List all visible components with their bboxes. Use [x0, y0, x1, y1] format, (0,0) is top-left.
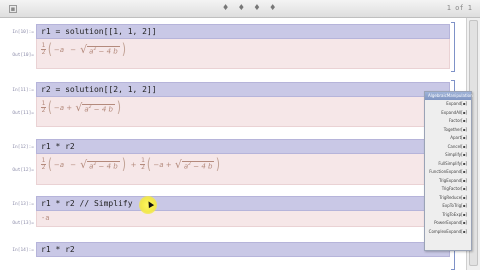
out-label-3: Out[12]= — [12, 168, 34, 173]
input-cell-3[interactable]: r1 * r2 — [36, 139, 450, 154]
toolbar-dots: ♦ ♦ ♦ ♦ — [222, 3, 280, 12]
cell-bracket-1[interactable] — [451, 22, 455, 72]
palette-button[interactable]: ExpandAll[▪] — [425, 109, 471, 118]
palette-button[interactable]: Expand[▪] — [425, 100, 471, 109]
palette-button[interactable]: TrigExpand[▪] — [425, 177, 471, 186]
output-cell-2: 12 ( −a + √ a2 − 4 b ) — [36, 97, 450, 127]
palette-button[interactable]: Cancel[▪] — [425, 143, 471, 152]
output-expression-1: 12 ( −a − √ a2 − 4 b ) — [41, 40, 126, 58]
palette-button[interactable]: FunctionExpand[▪] — [425, 168, 471, 177]
palette-button[interactable]: ExpToTrig[▪] — [425, 202, 471, 211]
in-label-3: In[12]:= — [12, 145, 34, 150]
toolbar: ▪ ♦ ♦ ♦ ♦ 1 of 1 — [0, 0, 480, 18]
in-label-5: In[14]:= — [12, 248, 34, 253]
palette-button[interactable]: Together[▪] — [425, 126, 471, 135]
input-cell-5[interactable]: r1 * r2 — [36, 242, 450, 257]
notebook-icon[interactable]: ▪ — [9, 5, 17, 13]
sqrt: √ a2 − 4 b — [80, 43, 120, 56]
palette-button[interactable]: Apart[▪] — [425, 134, 471, 143]
output-expression-3: 12 ( −a − √ a2 − 4 b ) + 12 ( −a + √ a2 − … — [41, 155, 221, 173]
input-cell-4[interactable]: r1 * r2 // Simplify — [36, 196, 450, 211]
palette-title[interactable]: AlgebraicManipulation — [425, 92, 473, 100]
out-label-1: Out[10]= — [12, 53, 34, 58]
algebraic-manipulation-palette: AlgebraicManipulation Expand[▪] ExpandAll… — [424, 91, 473, 251]
in-label-4: In[13]:= — [12, 202, 34, 207]
palette-button[interactable]: Factor[▪] — [425, 117, 471, 126]
palette-button[interactable]: TrigToExp[▪] — [425, 211, 471, 220]
output-cell-4: -a — [36, 211, 450, 227]
output-expression-2: 12 ( −a + √ a2 − 4 b ) — [41, 98, 121, 116]
input-cell-2[interactable]: r2 = solution[[2, 1, 2]] — [36, 82, 450, 97]
in-label-1: In[10]:= — [12, 30, 34, 35]
out-label-2: Out[11]= — [12, 111, 34, 116]
page-indicator: 1 of 1 — [446, 4, 472, 12]
palette-button[interactable]: TrigFactor[▪] — [425, 185, 471, 194]
out-label-4: Out[13]= — [12, 221, 34, 226]
palette-button[interactable]: PowerExpand[▪] — [425, 219, 471, 228]
input-cell-1[interactable]: r1 = solution[[1, 1, 2]] — [36, 24, 450, 39]
in-label-2: In[11]:= — [12, 88, 34, 93]
palette-items: Expand[▪] ExpandAll[▪] Factor[▪] Together[▪… — [425, 100, 471, 236]
palette-button[interactable]: FullSimplify[▪] — [425, 160, 471, 169]
palette-button[interactable]: TrigReduce[▪] — [425, 194, 471, 203]
palette-button[interactable]: ComplexExpand[▪] — [425, 228, 471, 237]
palette-button[interactable]: Simplify[▪] — [425, 151, 471, 160]
fraction-half: 12 — [41, 42, 46, 56]
output-cell-3: 12 ( −a − √ a2 − 4 b ) + 12 ( −a + √ a2 − … — [36, 154, 450, 185]
output-cell-1: 12 ( −a − √ a2 − 4 b ) — [36, 39, 450, 69]
